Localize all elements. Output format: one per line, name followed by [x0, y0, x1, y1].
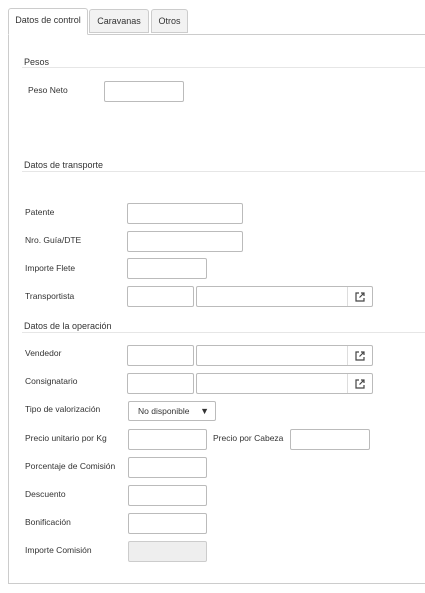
importe-flete-input[interactable]: [127, 258, 207, 279]
vendedor-label: Vendedor: [25, 348, 62, 358]
descuento-label: Descuento: [25, 489, 66, 499]
external-link-icon[interactable]: [347, 287, 372, 306]
tab-panel: [8, 34, 425, 584]
vendedor-name-field[interactable]: [196, 345, 373, 366]
tab-otros[interactable]: Otros: [151, 9, 188, 33]
bonificacion-input[interactable]: [128, 513, 207, 534]
tipo-valorizacion-select[interactable]: No disponible ▼: [128, 401, 216, 421]
divider: [22, 171, 425, 172]
precio-cabeza-input[interactable]: [290, 429, 370, 450]
descuento-input[interactable]: [128, 485, 207, 506]
importe-comision-input: [128, 541, 207, 562]
section-title-operacion: Datos de la operación: [24, 321, 112, 331]
patente-label: Patente: [25, 207, 55, 217]
tipo-valorizacion-value: No disponible: [138, 406, 190, 416]
peso-neto-label: Peso Neto: [28, 85, 68, 95]
transportista-code-input[interactable]: [127, 286, 194, 307]
importe-flete-label: Importe Flete: [25, 263, 76, 273]
vendedor-code-input[interactable]: [127, 345, 194, 366]
section-title-transporte: Datos de transporte: [24, 160, 104, 170]
patente-input[interactable]: [127, 203, 243, 224]
tab-bar: Datos de control Caravanas Otros: [8, 8, 425, 35]
peso-neto-input[interactable]: [104, 81, 184, 102]
guia-label: Nro. Guía/DTE: [25, 235, 82, 245]
importe-comision-label: Importe Comisión: [25, 545, 92, 555]
precio-kg-label: Precio unitario por Kg: [25, 433, 107, 443]
comision-label: Porcentaje de Comisión: [25, 461, 116, 471]
external-link-icon[interactable]: [347, 374, 372, 393]
caret-down-icon: ▼: [200, 406, 209, 416]
tab-caravanas[interactable]: Caravanas: [89, 9, 149, 33]
consignatario-name-field[interactable]: [196, 373, 373, 394]
precio-kg-input[interactable]: [128, 429, 207, 450]
consignatario-code-input[interactable]: [127, 373, 194, 394]
comision-input[interactable]: [128, 457, 207, 478]
consignatario-label: Consignatario: [25, 376, 78, 386]
section-title-pesos: Pesos: [24, 57, 50, 67]
transportista-name-field[interactable]: [196, 286, 373, 307]
external-link-icon[interactable]: [347, 346, 372, 365]
guia-input[interactable]: [127, 231, 243, 252]
tab-datos-de-control[interactable]: Datos de control: [8, 8, 88, 35]
divider: [22, 332, 425, 333]
divider: [22, 67, 425, 68]
precio-cabeza-label: Precio por Cabeza: [213, 433, 284, 443]
bonificacion-label: Bonificación: [25, 517, 71, 527]
tipo-valorizacion-label: Tipo de valorización: [25, 404, 101, 414]
transportista-label: Transportista: [25, 291, 75, 301]
